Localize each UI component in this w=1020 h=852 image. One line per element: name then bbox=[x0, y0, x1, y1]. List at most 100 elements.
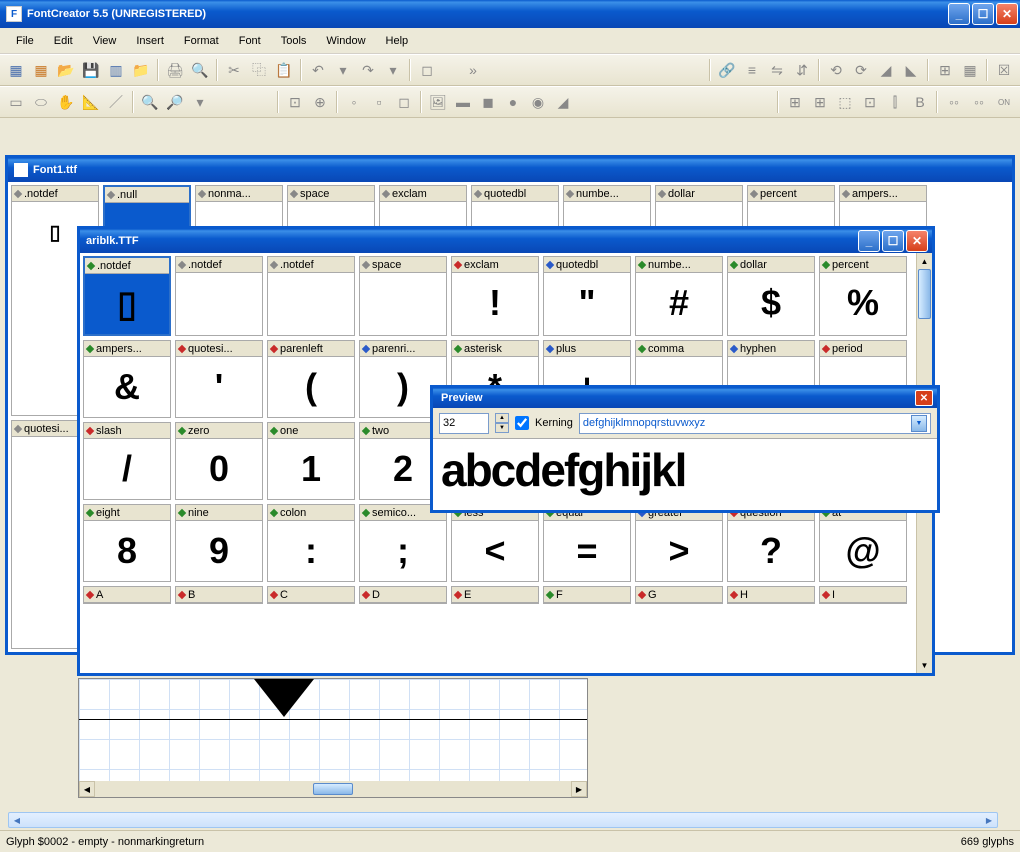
glyph-cell[interactable]: parenleft( bbox=[267, 340, 355, 418]
glyph-cell[interactable]: exclam! bbox=[451, 256, 539, 336]
glyph-cell[interactable]: E bbox=[451, 586, 539, 604]
rotate-right-icon[interactable]: ⟳ bbox=[849, 58, 873, 82]
copy-icon[interactable]: ⿻ bbox=[247, 58, 271, 82]
glyph-cell[interactable]: quotesi...' bbox=[175, 340, 263, 418]
glyph-shape[interactable] bbox=[254, 679, 314, 717]
center-icon[interactable]: ⊕ bbox=[308, 90, 332, 114]
redo-drop-icon[interactable]: ▾ bbox=[381, 58, 405, 82]
hscroll-left-icon[interactable]: ◀ bbox=[9, 816, 25, 825]
glyph-cell[interactable]: nine9 bbox=[175, 504, 263, 582]
point-c-icon[interactable]: ◻ bbox=[392, 90, 416, 114]
zoomout-icon[interactable]: 🔎 bbox=[163, 90, 187, 114]
grid-align-icon[interactable]: ⊞ bbox=[933, 58, 957, 82]
glyph-cell[interactable]: equal= bbox=[543, 504, 631, 582]
doc-maximize-button[interactable]: ☐ bbox=[882, 230, 904, 252]
glyph-cell[interactable]: ampers...& bbox=[83, 340, 171, 418]
glyph-cell[interactable]: quotedbl" bbox=[543, 256, 631, 336]
image-icon[interactable]: 🖼 bbox=[426, 90, 450, 114]
undo-drop-icon[interactable]: ▾ bbox=[331, 58, 355, 82]
sample-text-combo[interactable]: defghijklmnopqrstuvwxyz ▼ bbox=[579, 413, 931, 434]
bounds-icon[interactable]: ⬚ bbox=[833, 90, 857, 114]
glyph-cell[interactable]: H bbox=[727, 586, 815, 604]
on-icon[interactable]: ON bbox=[992, 90, 1016, 114]
tool-x-icon[interactable]: ☒ bbox=[992, 58, 1016, 82]
editor-hscroll[interactable]: ◀ ▶ bbox=[79, 781, 587, 797]
size-spinner[interactable]: ▲▼ bbox=[495, 413, 509, 433]
menu-tools[interactable]: Tools bbox=[271, 31, 317, 51]
glyph-cell[interactable]: question? bbox=[727, 504, 815, 582]
print-preview-icon[interactable]: 🔍 bbox=[188, 58, 212, 82]
bearings-icon[interactable]: ⫿ bbox=[883, 90, 907, 114]
combo-dropdown-icon[interactable]: ▼ bbox=[911, 415, 927, 432]
select-rect-icon[interactable]: ▭ bbox=[4, 90, 28, 114]
menu-font[interactable]: Font bbox=[229, 31, 271, 51]
glyph-cell[interactable]: C bbox=[267, 586, 355, 604]
glyph-cell[interactable]: at@ bbox=[819, 504, 907, 582]
square-icon[interactable]: ◼ bbox=[476, 90, 500, 114]
cut-icon[interactable]: ✂ bbox=[222, 58, 246, 82]
glyph-cell[interactable]: slash/ bbox=[83, 422, 171, 500]
grid-1-icon[interactable]: ⊞ bbox=[783, 90, 807, 114]
rect-icon[interactable]: ▬ bbox=[451, 90, 475, 114]
mirror-icon[interactable]: ◣ bbox=[899, 58, 923, 82]
new-icon[interactable]: ▦ bbox=[4, 58, 28, 82]
tool-a-icon[interactable]: ◻ bbox=[415, 58, 439, 82]
folder-icon[interactable]: 📁 bbox=[129, 58, 153, 82]
rotate-left-icon[interactable]: ⟲ bbox=[824, 58, 848, 82]
nodes-1-icon[interactable]: ◦◦ bbox=[942, 90, 966, 114]
glyph-cell[interactable]: D bbox=[359, 586, 447, 604]
menu-window[interactable]: Window bbox=[316, 31, 375, 51]
overflow-icon[interactable]: » bbox=[461, 58, 485, 82]
main-hscroll[interactable]: ◀ ▶ bbox=[8, 812, 998, 828]
nodes-2-icon[interactable]: ◦◦ bbox=[967, 90, 991, 114]
paste-icon[interactable]: 📋 bbox=[272, 58, 296, 82]
preview-close-button[interactable]: ✕ bbox=[915, 390, 933, 406]
align-icon[interactable]: ≡ bbox=[740, 58, 764, 82]
glyph-cell[interactable]: less< bbox=[451, 504, 539, 582]
hscroll-right-icon[interactable]: ▶ bbox=[981, 816, 997, 825]
grid-2-icon[interactable]: ⊞ bbox=[808, 90, 832, 114]
ellipse-icon[interactable]: ● bbox=[501, 90, 525, 114]
menu-insert[interactable]: Insert bbox=[126, 31, 174, 51]
fit-icon[interactable]: ⊡ bbox=[283, 90, 307, 114]
knife-icon[interactable]: ／ bbox=[104, 90, 128, 114]
glyph-cell[interactable]: .notdef bbox=[267, 256, 355, 336]
hflip-icon[interactable]: ⇋ bbox=[765, 58, 789, 82]
hand-icon[interactable]: ✋ bbox=[54, 90, 78, 114]
doc-close-button[interactable]: ✕ bbox=[906, 230, 928, 252]
glyph-cell[interactable]: .notdef▯ bbox=[83, 256, 171, 336]
maximize-button[interactable]: ☐ bbox=[972, 3, 994, 25]
glyph-cell[interactable]: one1 bbox=[267, 422, 355, 500]
minimize-button[interactable]: _ bbox=[948, 3, 970, 25]
glyph-cell[interactable]: F bbox=[543, 586, 631, 604]
redo-icon[interactable]: ↷ bbox=[356, 58, 380, 82]
skew-icon[interactable]: ◢ bbox=[874, 58, 898, 82]
scroll-right-icon[interactable]: ▶ bbox=[571, 781, 587, 797]
save-all-icon[interactable]: ▥ bbox=[104, 58, 128, 82]
glyph-cell[interactable]: semico...; bbox=[359, 504, 447, 582]
glyph-cell[interactable]: G bbox=[635, 586, 723, 604]
shape-icon[interactable]: ◢ bbox=[551, 90, 575, 114]
glyph-cell[interactable]: numbe...# bbox=[635, 256, 723, 336]
undo-icon[interactable]: ↶ bbox=[306, 58, 330, 82]
b-icon[interactable]: B bbox=[908, 90, 932, 114]
menu-edit[interactable]: Edit bbox=[44, 31, 83, 51]
metrics-icon[interactable]: ⊡ bbox=[858, 90, 882, 114]
glyph-cell[interactable]: colon: bbox=[267, 504, 355, 582]
glyph-cell[interactable]: greater> bbox=[635, 504, 723, 582]
open-icon[interactable]: 📂 bbox=[54, 58, 78, 82]
glyph-cell[interactable]: I bbox=[819, 586, 907, 604]
glyph-cell[interactable]: space bbox=[359, 256, 447, 336]
font-size-input[interactable] bbox=[439, 413, 489, 434]
doc-minimize-button[interactable]: _ bbox=[858, 230, 880, 252]
snap-icon[interactable]: ▦ bbox=[958, 58, 982, 82]
scroll-up-icon[interactable]: ▲ bbox=[917, 253, 932, 269]
save-icon[interactable]: 💾 bbox=[79, 58, 103, 82]
glyph-cell[interactable]: .notdef bbox=[175, 256, 263, 336]
vflip-icon[interactable]: ⇵ bbox=[790, 58, 814, 82]
glyph-cell[interactable]: B bbox=[175, 586, 263, 604]
ring-icon[interactable]: ◉ bbox=[526, 90, 550, 114]
scroll-left-icon[interactable]: ◀ bbox=[79, 781, 95, 797]
scroll-thumb[interactable] bbox=[313, 783, 353, 795]
measure-icon[interactable]: 📐 bbox=[79, 90, 103, 114]
